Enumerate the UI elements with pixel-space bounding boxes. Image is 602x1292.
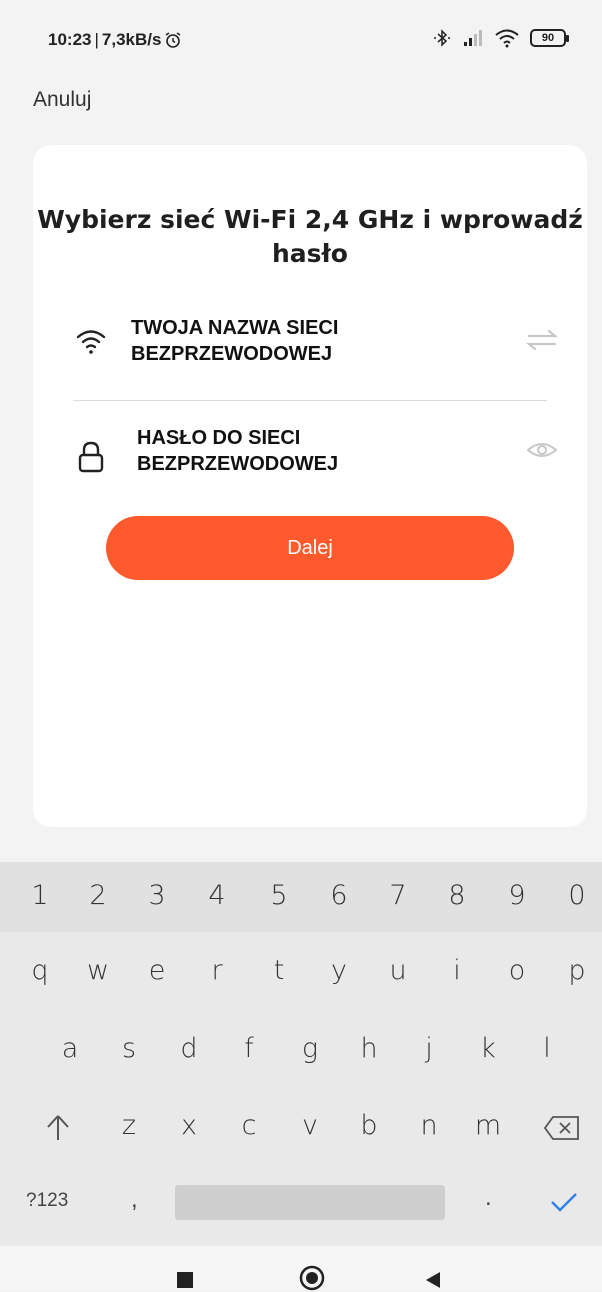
key-f[interactable]: f — [229, 1033, 269, 1064]
home-button[interactable] — [298, 1264, 326, 1292]
battery-level: 90 — [541, 32, 555, 44]
ssid-field[interactable]: TWOJA NAZWA SIECI BEZPRZEWODOWEJ — [73, 315, 559, 405]
next-button-label: Dalej — [287, 536, 333, 559]
key-4[interactable]: 4 — [197, 880, 237, 911]
show-password-eye-icon[interactable] — [525, 435, 559, 465]
page-title: Wybierz sieć Wi-Fi 2,4 GHz i wprowadź ha… — [37, 205, 583, 268]
key-e[interactable]: e — [137, 955, 177, 986]
key-t[interactable]: t — [259, 955, 299, 986]
key-8[interactable]: 8 — [437, 880, 477, 911]
key-x[interactable]: x — [169, 1110, 209, 1141]
status-bar: 10:23 | 7,3kB/s 90 — [0, 0, 602, 80]
ssid-input[interactable]: TWOJA NAZWA SIECI BEZPRZEWODOWEJ — [131, 315, 491, 367]
status-time: 10:23 — [48, 30, 92, 49]
checkmark-key-icon[interactable] — [549, 1190, 579, 1214]
status-icons: 90 — [432, 28, 569, 48]
key-6[interactable]: 6 — [319, 880, 359, 911]
key-v[interactable]: v — [290, 1110, 330, 1141]
key-s[interactable]: s — [109, 1033, 149, 1064]
password-field[interactable]: HASŁO DO SIECI BEZPRZEWODOWEJ — [73, 425, 558, 500]
next-button[interactable]: Dalej — [106, 516, 514, 580]
status-left: 10:23 | 7,3kB/s — [48, 30, 182, 50]
switch-network-icon[interactable] — [525, 325, 559, 355]
navigation-bar — [0, 1246, 602, 1292]
key-p[interactable]: p — [557, 955, 597, 986]
wifi-status-icon — [495, 29, 519, 48]
key-w[interactable]: w — [78, 955, 118, 986]
lock-icon — [78, 441, 104, 473]
signal-icon — [464, 30, 482, 46]
key-z[interactable]: z — [109, 1110, 149, 1141]
space-key[interactable] — [175, 1185, 445, 1220]
battery-indicator: 90 — [530, 29, 569, 47]
key-i[interactable]: i — [437, 955, 477, 986]
key-o[interactable]: o — [497, 955, 537, 986]
alarm-icon — [166, 32, 181, 48]
key-q[interactable]: q — [20, 955, 60, 986]
key-l[interactable]: l — [527, 1033, 567, 1064]
password-input[interactable]: HASŁO DO SIECI BEZPRZEWODOWEJ — [137, 425, 497, 477]
key-1[interactable]: 1 — [20, 880, 60, 911]
recent-apps-button[interactable] — [177, 1272, 193, 1288]
key-j[interactable]: j — [409, 1033, 449, 1064]
shift-key-icon[interactable] — [45, 1113, 71, 1143]
key-h[interactable]: h — [349, 1033, 389, 1064]
backspace-key-icon[interactable] — [543, 1115, 581, 1141]
wifi-icon — [76, 330, 106, 354]
key-u[interactable]: u — [378, 955, 418, 986]
bluetooth-icon — [434, 29, 450, 47]
period-key[interactable]: . — [485, 1184, 492, 1212]
status-network-speed: 7,3kB/s — [101, 30, 162, 49]
key-3[interactable]: 3 — [137, 880, 177, 911]
key-9[interactable]: 9 — [497, 880, 537, 911]
symbols-key[interactable]: ?123 — [26, 1190, 68, 1212]
key-c[interactable]: c — [229, 1110, 269, 1141]
key-7[interactable]: 7 — [378, 880, 418, 911]
key-5[interactable]: 5 — [259, 880, 299, 911]
key-a[interactable]: a — [50, 1033, 90, 1064]
key-r[interactable]: r — [197, 955, 237, 986]
key-2[interactable]: 2 — [78, 880, 118, 911]
back-button[interactable] — [424, 1270, 442, 1290]
cancel-link[interactable]: Anuluj — [33, 88, 91, 112]
key-d[interactable]: d — [169, 1033, 209, 1064]
key-y[interactable]: y — [319, 955, 359, 986]
key-0[interactable]: 0 — [557, 880, 597, 911]
wifi-form-card: Wybierz sieć Wi-Fi 2,4 GHz i wprowadź ha… — [33, 145, 587, 827]
key-m[interactable]: m — [468, 1110, 508, 1141]
key-n[interactable]: n — [409, 1110, 449, 1141]
comma-key[interactable]: , — [131, 1186, 138, 1214]
status-separator: | — [94, 30, 99, 49]
key-b[interactable]: b — [349, 1110, 389, 1141]
field-divider — [73, 400, 547, 401]
key-k[interactable]: k — [468, 1033, 508, 1064]
key-g[interactable]: g — [290, 1033, 330, 1064]
